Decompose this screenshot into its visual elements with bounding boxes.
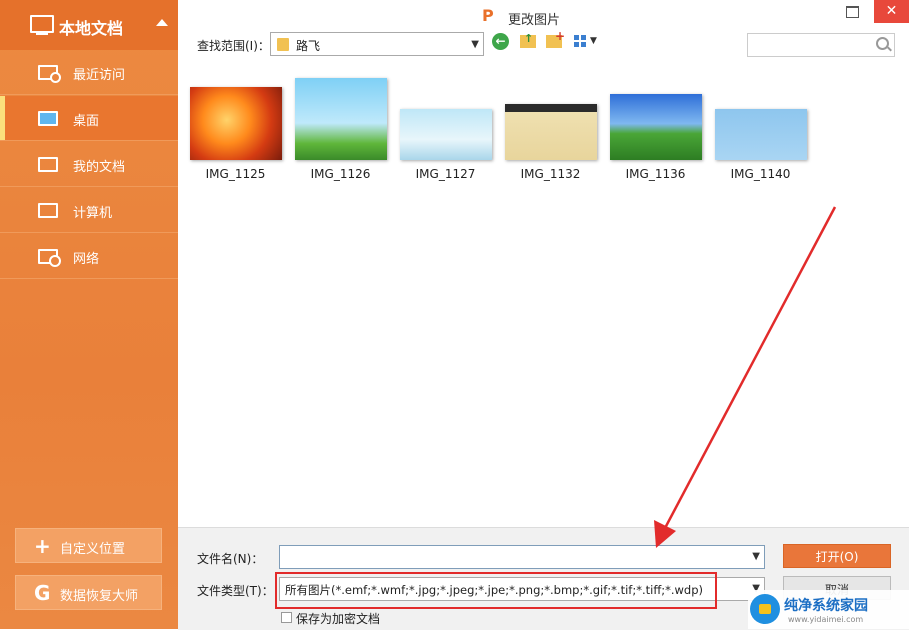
file-item[interactable]: IMG_1136 — [603, 78, 708, 188]
file-name: IMG_1127 — [415, 167, 476, 181]
close-icon: ✕ — [885, 3, 898, 19]
search-input[interactable] — [747, 33, 895, 57]
maximize-button[interactable] — [846, 6, 859, 18]
highlight-annotation-box — [275, 572, 717, 609]
lookin-label: 查找范围(I)： — [197, 39, 270, 53]
sidebar-item-network[interactable]: 网络 — [0, 234, 178, 279]
sidebar-item-label: 网络 — [73, 252, 100, 267]
file-item[interactable]: IMG_1132 — [498, 78, 603, 188]
watermark: 纯净系统家园 www.yidaimei.com — [748, 590, 909, 629]
file-name: IMG_1140 — [730, 167, 791, 181]
watermark-logo-icon — [750, 594, 780, 624]
image-thumbnail — [400, 109, 492, 160]
computer-icon — [38, 203, 58, 218]
file-name: IMG_1125 — [205, 167, 266, 181]
sidebar-header[interactable]: 本地文档 — [0, 0, 178, 50]
close-button[interactable]: ✕ — [874, 0, 909, 23]
dialog-title: 更改图片 — [508, 13, 561, 28]
active-indicator — [0, 96, 5, 140]
file-name: IMG_1136 — [625, 167, 686, 181]
watermark-url: www.yidaimei.com — [788, 615, 864, 624]
filename-label: 文件名(N)： — [197, 552, 264, 566]
new-folder-button[interactable] — [546, 29, 565, 48]
sidebar: 本地文档 最近访问 桌面 我的文档 计算机 网络 + 自定义位置 G 数据恢复大… — [0, 0, 178, 629]
sidebar-item-label: 最近访问 — [73, 68, 126, 83]
custom-location-label: 自定义位置 — [60, 542, 126, 557]
filename-input[interactable]: ▼ — [279, 545, 765, 569]
recovery-g-icon: G — [34, 581, 51, 605]
image-thumbnail — [295, 78, 387, 160]
file-item[interactable]: IMG_1125 — [183, 78, 288, 188]
app-logo-icon: P — [482, 6, 494, 25]
sidebar-item-desktop[interactable]: 桌面 — [0, 96, 178, 141]
custom-location-button[interactable]: + 自定义位置 — [15, 528, 162, 563]
chevron-down-icon[interactable]: ▼ — [752, 551, 760, 562]
sidebar-item-label: 桌面 — [73, 114, 100, 129]
sidebar-title: 本地文档 — [59, 19, 124, 38]
lookin-value: 路飞 — [296, 39, 321, 53]
desktop-icon — [38, 111, 58, 126]
image-thumbnail — [610, 94, 702, 160]
image-thumbnail — [715, 109, 807, 160]
network-icon — [38, 249, 61, 267]
computer-icon — [30, 15, 54, 35]
filetype-label: 文件类型(T)： — [197, 584, 274, 598]
view-mode-dropdown-icon[interactable]: ▼ — [590, 36, 597, 46]
sidebar-item-recent[interactable]: 最近访问 — [0, 50, 178, 95]
encrypt-checkbox[interactable] — [281, 612, 292, 623]
encrypt-label: 保存为加密文档 — [296, 612, 381, 626]
file-name: IMG_1126 — [310, 167, 371, 181]
clock-folder-icon — [38, 65, 61, 83]
chevron-down-icon: ▼ — [471, 39, 479, 50]
data-recovery-label: 数据恢复大师 — [60, 589, 139, 604]
back-button[interactable]: ← — [492, 33, 509, 50]
folder-icon — [277, 38, 289, 51]
image-thumbnail — [190, 87, 282, 160]
image-thumbnail — [505, 104, 597, 160]
data-recovery-button[interactable]: G 数据恢复大师 — [15, 575, 162, 610]
collapse-caret-icon[interactable] — [156, 19, 168, 26]
view-mode-button[interactable] — [574, 35, 587, 48]
search-icon[interactable] — [876, 37, 889, 50]
lookin-select[interactable]: 路飞 ▼ — [270, 32, 484, 56]
sidebar-item-label: 我的文档 — [73, 160, 126, 175]
open-button[interactable]: 打开(O) — [783, 544, 891, 568]
up-folder-button[interactable] — [520, 32, 536, 48]
watermark-title: 纯净系统家园 — [784, 598, 868, 614]
file-item[interactable]: IMG_1126 — [288, 78, 393, 188]
sidebar-item-label: 计算机 — [73, 206, 113, 221]
folder-icon — [38, 157, 58, 172]
sidebar-item-documents[interactable]: 我的文档 — [0, 142, 178, 187]
arrow-line — [662, 206, 837, 531]
file-item[interactable]: IMG_1140 — [708, 78, 813, 188]
sidebar-item-computer[interactable]: 计算机 — [0, 188, 178, 233]
file-name: IMG_1132 — [520, 167, 581, 181]
file-item[interactable]: IMG_1127 — [393, 78, 498, 188]
plus-icon: + — [34, 534, 51, 558]
